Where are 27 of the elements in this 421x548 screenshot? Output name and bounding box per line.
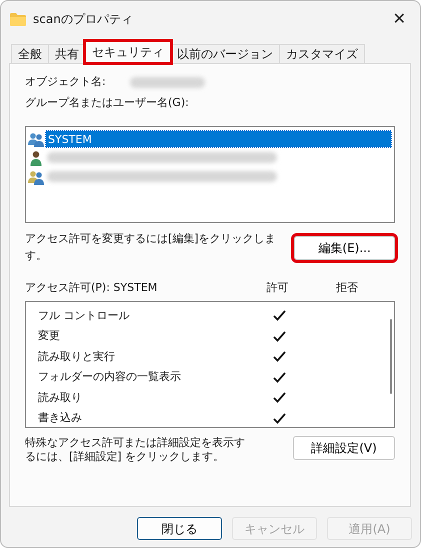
column-header: 拒否	[335, 280, 360, 296]
user-list-item[interactable]: SYSTEM	[45, 130, 392, 148]
dialog-button[interactable]: 閉じる	[137, 517, 222, 540]
permission-name: フル コントロール	[37, 308, 130, 324]
folder-icon	[10, 12, 26, 26]
users-label: グループ名またはユーザー名(G):	[25, 94, 190, 110]
tab[interactable]: セキュリティ	[85, 41, 171, 63]
edit-hint: アクセス許可を変更するには[編集]をクリックします。	[25, 231, 277, 264]
tab[interactable]: 共有	[48, 44, 86, 63]
tab[interactable]: 全般	[11, 44, 49, 63]
permission-name: 書き込み	[37, 410, 83, 426]
permission-name: 読み取りと実行	[37, 348, 116, 364]
users-icon	[28, 168, 44, 184]
advanced-hint: 特殊なアクセス許可または詳細設定を表示するには、[詳細設定] をクリックします。	[25, 436, 246, 464]
permission-name: フォルダーの内容の一覧表示	[37, 369, 182, 385]
advanced-button[interactable]: 詳細設定(V)	[293, 436, 395, 460]
permission-name: 読み取り	[37, 390, 83, 406]
object-name-label: オブジェクト名:	[25, 74, 106, 90]
tab[interactable]: カスタマイズ	[279, 44, 365, 63]
column-header: 許可	[265, 280, 290, 296]
permissions-label: アクセス許可(P): SYSTEM	[25, 280, 158, 296]
window-title: scanのプロパティ	[33, 11, 134, 28]
user-icon	[28, 150, 44, 166]
close-button[interactable]: ✕	[386, 7, 412, 31]
scrollbar-thumb[interactable]	[390, 318, 392, 394]
users-icon	[28, 130, 44, 146]
permission-name: 変更	[37, 328, 61, 344]
